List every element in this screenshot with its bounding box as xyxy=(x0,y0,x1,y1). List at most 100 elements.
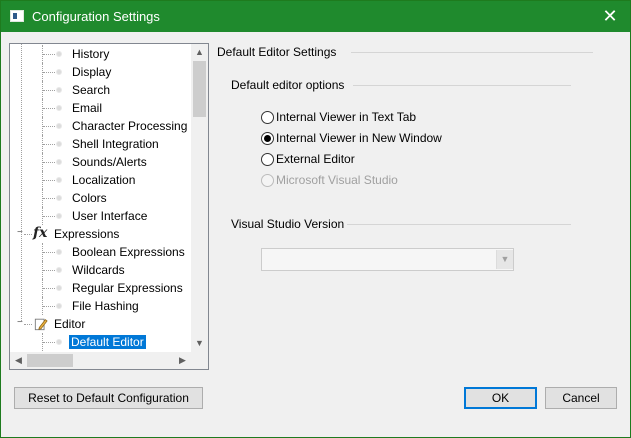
tree-item-label: Display xyxy=(72,65,112,79)
tree-connector xyxy=(43,54,55,55)
bullet-icon xyxy=(56,177,62,183)
tree-connector xyxy=(43,108,55,109)
bullet-icon xyxy=(56,195,62,201)
tree-item[interactable]: Email xyxy=(10,99,191,117)
tree-connector xyxy=(43,144,55,145)
tree-group-label: Expressions xyxy=(54,227,120,241)
tree-item[interactable]: Localization xyxy=(10,171,191,189)
settings-tree[interactable]: History Display Search Email Character Proce… xyxy=(9,43,209,370)
radio-button[interactable] xyxy=(261,111,274,124)
tree-item[interactable]: Boolean Expressions xyxy=(10,243,191,261)
bullet-icon xyxy=(56,267,62,273)
tree-item-label: Wildcards xyxy=(72,263,125,277)
tree-group-expressions[interactable]: − fx Expressions xyxy=(10,225,191,243)
bullet-icon xyxy=(56,213,62,219)
ok-button[interactable]: OK xyxy=(464,387,537,409)
tree-connector xyxy=(43,252,55,253)
scroll-up-icon[interactable]: ▲ xyxy=(191,44,208,61)
tree-item[interactable]: Shell Integration xyxy=(10,135,191,153)
options-group-title: Default editor options xyxy=(231,78,345,92)
close-icon[interactable]: ✕ xyxy=(598,5,622,27)
radio-button[interactable] xyxy=(261,132,274,145)
bullet-icon xyxy=(56,141,62,147)
tree-item-label: Boolean Expressions xyxy=(72,245,185,259)
tree-connector xyxy=(43,216,55,217)
tree-item-label: Regular Expressions xyxy=(72,281,183,295)
tree-connector xyxy=(24,234,32,235)
radio-label[interactable]: Internal Viewer in Text Tab xyxy=(276,110,416,124)
tree-item-label: Email xyxy=(72,101,103,115)
radio-button xyxy=(261,174,274,187)
tree-connector xyxy=(43,306,55,307)
section-divider xyxy=(351,52,593,53)
bullet-icon xyxy=(56,87,62,93)
scroll-right-icon[interactable]: ▶ xyxy=(174,352,191,369)
tree-connector xyxy=(21,44,22,321)
tree-item[interactable]: Default Editor xyxy=(10,333,191,351)
vertical-scrollbar[interactable]: ▲ ▼ xyxy=(191,44,208,352)
bullet-icon xyxy=(56,339,62,345)
tree-item-label: File Hashing xyxy=(72,299,139,313)
radio-button[interactable] xyxy=(261,153,274,166)
tree-item-label: Sounds/Alerts xyxy=(72,155,147,169)
tree-item[interactable]: History xyxy=(10,45,191,63)
tree-item[interactable]: Display xyxy=(10,63,191,81)
section-title: Default Editor Settings xyxy=(217,45,337,59)
tree-connector xyxy=(43,270,55,271)
horizontal-scrollbar[interactable]: ◀ ▶ xyxy=(10,352,191,369)
window-title: Configuration Settings xyxy=(32,9,160,24)
app-window-icon xyxy=(10,10,24,22)
chevron-down-icon[interactable]: ▼ xyxy=(496,250,513,269)
tree-item[interactable]: Colors xyxy=(10,189,191,207)
bullet-icon xyxy=(56,249,62,255)
tree-item[interactable]: User Interface xyxy=(10,207,191,225)
tree-item[interactable]: Wildcards xyxy=(10,261,191,279)
vs-version-group-title: Visual Studio Version xyxy=(231,217,345,231)
reset-default-button[interactable]: Reset to Default Configuration xyxy=(14,387,203,409)
tree-connector xyxy=(43,72,55,73)
tree-connector xyxy=(43,90,55,91)
tree-group-editor[interactable]: − Editor xyxy=(10,315,191,333)
horizontal-scroll-thumb[interactable] xyxy=(27,354,73,367)
bullet-icon xyxy=(56,123,62,129)
tree-item-label: Localization xyxy=(72,173,136,187)
vertical-scroll-thumb[interactable] xyxy=(193,61,206,117)
tree-connector xyxy=(43,288,55,289)
scroll-corner xyxy=(191,352,208,369)
bullet-icon xyxy=(56,303,62,309)
tree-connector xyxy=(43,198,55,199)
bullet-icon xyxy=(56,69,62,75)
editor-icon xyxy=(34,318,48,331)
tree-item[interactable]: Sounds/Alerts xyxy=(10,153,191,171)
bullet-icon xyxy=(56,159,62,165)
radio-label[interactable]: Internal Viewer in New Window xyxy=(276,131,442,145)
configuration-window: Configuration Settings ✕ History Display S… xyxy=(0,0,631,438)
radio-label[interactable]: External Editor xyxy=(276,152,355,166)
tree-item[interactable]: File Hashing xyxy=(10,297,191,315)
cancel-button[interactable]: Cancel xyxy=(545,387,617,409)
scroll-left-icon[interactable]: ◀ xyxy=(10,352,27,369)
tree-item-label: User Interface xyxy=(72,209,148,223)
tree-group-label: Editor xyxy=(54,317,86,331)
tree-item[interactable]: Regular Expressions xyxy=(10,279,191,297)
tree-item-label: Colors xyxy=(72,191,107,205)
tree-connector xyxy=(43,162,55,163)
scroll-down-icon[interactable]: ▼ xyxy=(191,335,208,352)
options-group-divider xyxy=(353,85,571,86)
bullet-icon xyxy=(56,51,62,57)
tree-item[interactable]: Character Processing xyxy=(10,117,191,135)
tree-connector xyxy=(43,126,55,127)
tree-item-label: Search xyxy=(72,83,111,97)
tree-connector xyxy=(43,180,55,181)
tree-item-label: Character Processing xyxy=(72,119,188,133)
bullet-icon xyxy=(56,285,62,291)
tree-item[interactable]: Search xyxy=(10,81,191,99)
title-bar: Configuration Settings ✕ xyxy=(1,1,630,32)
tree-item-label-selected: Default Editor xyxy=(69,335,146,349)
bullet-icon xyxy=(56,105,62,111)
vs-version-group-divider xyxy=(347,224,571,225)
tree-item-label: History xyxy=(72,47,110,61)
fx-icon: fx xyxy=(33,225,48,241)
vs-version-combo[interactable]: ▼ xyxy=(261,248,514,271)
tree-connector xyxy=(24,324,32,325)
